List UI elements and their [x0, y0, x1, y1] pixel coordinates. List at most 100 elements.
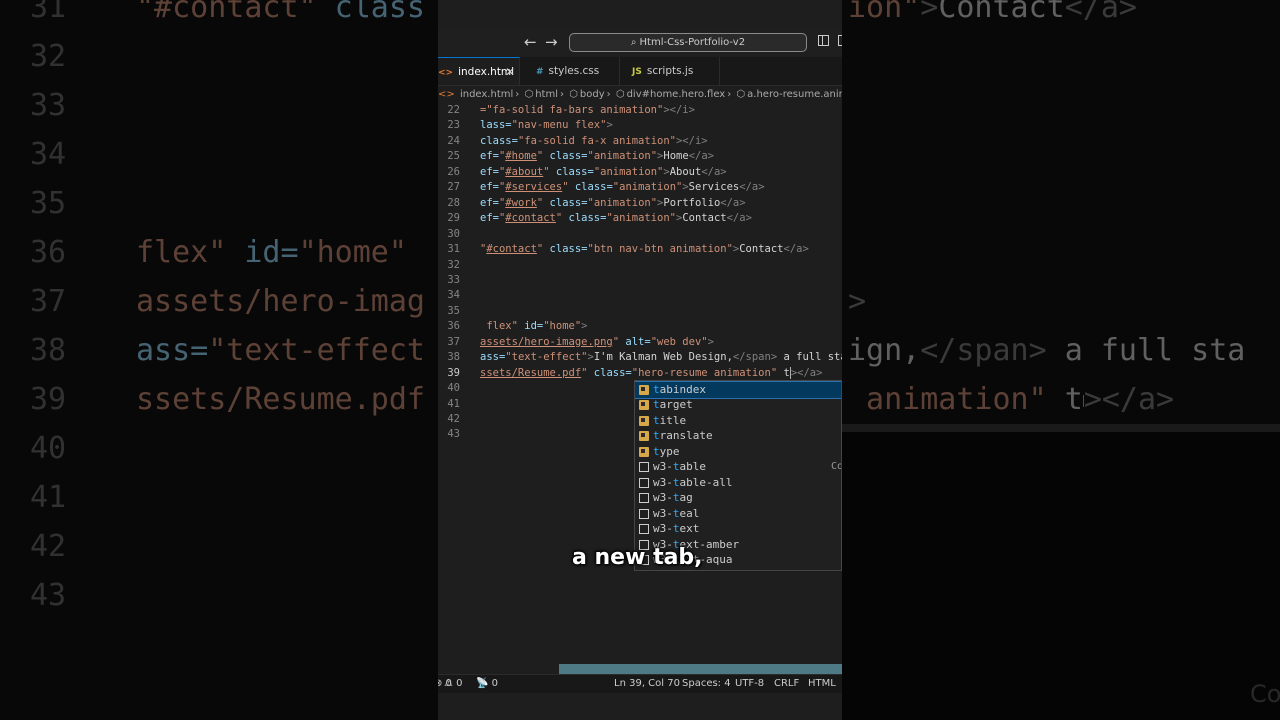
html-file-icon: <> — [438, 68, 454, 78]
code-line[interactable]: 38 ass="text-effect">I'm Kalman Web Desig… — [438, 350, 842, 366]
text-icon — [639, 508, 649, 519]
suggestion-item[interactable]: w3-tag — [635, 490, 841, 506]
suggestion-item[interactable]: w3-table-all — [635, 475, 841, 491]
code-token: "nav-menu flex" — [511, 119, 607, 132]
text-icon — [639, 462, 649, 473]
toggle-panel-icon[interactable] — [838, 35, 842, 46]
line-number: 37 — [447, 335, 460, 348]
language-mode[interactable]: HTML — [808, 675, 836, 693]
code-text: lass="nav-menu flex"> — [480, 118, 613, 133]
code-token: > — [581, 320, 588, 333]
line-number: 31 — [447, 243, 460, 256]
breadcrumb-item[interactable]: a.hero-resume.anim — [747, 89, 842, 100]
code-token: #contact — [505, 212, 556, 225]
suggestion-item[interactable]: w3-table Co — [635, 459, 841, 475]
code-token: flex" — [480, 320, 518, 333]
code-token: "animation" — [587, 150, 658, 163]
indentation-setting[interactable]: Spaces: 4 — [682, 675, 731, 693]
video-caption: a new tab, — [572, 545, 703, 570]
code-line[interactable]: 22 ="fa-solid fa-bars animation"></i> — [438, 103, 842, 119]
element-icon: ⬡ — [736, 89, 746, 100]
code-line[interactable]: 39 ssets/Resume.pdf" class="hero-resume a… — [438, 366, 842, 382]
close-icon[interactable]: ✕ — [505, 58, 515, 86]
code-text: ef="#about" class="animation">About</a> — [480, 165, 727, 180]
code-text: assets/hero-image.png" alt="web dev"> — [480, 335, 714, 350]
code-line[interactable]: 34 — [438, 288, 842, 304]
code-token: Services — [688, 181, 740, 194]
search-icon: ⌕ — [630, 37, 637, 48]
suggestion-item[interactable]: tabindex — [635, 381, 841, 399]
code-text: class="fa-solid fa-x animation"></i> — [480, 134, 708, 149]
code-line[interactable]: 28 ef="#work" class="animation">Portfolio… — [438, 196, 842, 212]
line-number: 35 — [447, 304, 460, 317]
code-token: t — [777, 366, 790, 379]
code-line[interactable]: 26 ef="#about" class="animation">About</a… — [438, 165, 842, 181]
code-token: I'm Kalman Web Design, — [593, 351, 733, 364]
suggestion-label: w3-teal — [653, 506, 700, 520]
suggestion-item[interactable]: translate — [635, 428, 841, 444]
command-center-search[interactable]: ⌕ Html-Css-Portfolio-v2 — [569, 33, 807, 52]
code-token: id= — [517, 320, 544, 333]
warnings-indicator[interactable]: ⚠ 0 — [444, 675, 463, 693]
code-line[interactable]: 36 flex" id="home"> — [438, 319, 842, 335]
forward-arrow-icon[interactable]: → — [545, 33, 558, 51]
code-line[interactable]: 37 assets/hero-image.png" alt="web dev"> — [438, 335, 842, 351]
breadcrumb-item[interactable]: index.html — [460, 89, 513, 100]
code-token: class= — [587, 366, 632, 379]
code-line[interactable]: 25 ef="#home" class="animation">Home</a> — [438, 149, 842, 165]
code-line[interactable]: 23 lass="nav-menu flex"> — [438, 118, 842, 134]
code-text: "#contact" class="btn nav-btn animation"… — [480, 242, 809, 257]
suggestion-item[interactable]: w3-teal — [635, 506, 841, 522]
cursor-position[interactable]: Ln 39, Col 70 — [614, 675, 680, 693]
code-token: #home — [505, 150, 537, 163]
code-token: #about — [505, 165, 544, 178]
tab-scripts-js[interactable]: JS scripts.js — [620, 57, 720, 85]
text-icon — [639, 493, 649, 504]
code-token: "animation" — [612, 181, 683, 194]
code-token: </a> — [739, 181, 765, 194]
breadcrumb-item[interactable]: div#home.hero.flex — [627, 89, 726, 100]
breadcrumb-item[interactable]: body — [580, 89, 605, 100]
code-token: ></i> — [675, 134, 708, 147]
code-token: class= — [543, 150, 588, 163]
code-token: class= — [562, 212, 607, 225]
ports-indicator[interactable]: 📡 0 — [476, 675, 498, 693]
code-line[interactable]: 24 class="fa-solid fa-x animation"></i> — [438, 134, 842, 150]
code-line[interactable]: 29 ef="#contact" class="animation">Contac… — [438, 211, 842, 227]
code-line[interactable]: 27 ef="#services" class="animation">Servi… — [438, 180, 842, 196]
line-number: 27 — [447, 181, 460, 194]
code-token: "btn nav-btn animation" — [587, 243, 733, 256]
code-line[interactable]: 35 — [438, 304, 842, 320]
eol-setting[interactable]: CRLF — [774, 675, 799, 693]
toggle-sidebar-icon[interactable] — [818, 35, 829, 46]
encoding-setting[interactable]: UTF-8 — [735, 675, 764, 693]
tab-styles-css[interactable]: # styles.css — [520, 57, 620, 85]
code-line[interactable]: 33 — [438, 273, 842, 289]
element-icon: ⬡ — [524, 89, 534, 100]
autocomplete-suggestions[interactable]: tabindex target title translate type w3-table… — [634, 380, 842, 571]
property-icon — [639, 431, 649, 442]
tab-index-html[interactable]: <> index.html ✕ — [438, 57, 520, 85]
line-number: 41 — [447, 397, 460, 410]
suggestion-label: translate — [653, 429, 713, 443]
editor-tabs: <> index.html ✕ # styles.css JS scripts.js — [438, 57, 842, 86]
code-text: ass="text-effect">I'm Kalman Web Design,… — [480, 350, 842, 365]
code-token: "fa-solid fa-x animation" — [517, 134, 676, 147]
code-token: </a> — [720, 196, 746, 209]
line-number: 33 — [447, 273, 460, 286]
line-number: 28 — [447, 196, 460, 209]
breadcrumb-item[interactable]: html — [535, 89, 558, 100]
code-line[interactable]: 30 — [438, 227, 842, 243]
suggestion-item[interactable]: w3-text — [635, 521, 841, 537]
code-line[interactable]: 31 "#contact" class="btn nav-btn animatio… — [438, 242, 842, 258]
horizontal-scrollbar[interactable] — [559, 664, 842, 674]
suggestion-item[interactable]: target — [635, 397, 841, 413]
suggestion-item[interactable]: type — [635, 444, 841, 460]
tab-label: styles.css — [548, 65, 600, 77]
suggestion-item[interactable]: title — [635, 413, 841, 429]
code-text: ssets/Resume.pdf" class="hero-resume ani… — [480, 366, 822, 381]
code-token: "hero-resume animation" — [631, 366, 778, 379]
back-arrow-icon[interactable]: ← — [524, 33, 537, 51]
code-token: assets/hero-image.png — [480, 335, 613, 348]
code-line[interactable]: 32 — [438, 258, 842, 274]
